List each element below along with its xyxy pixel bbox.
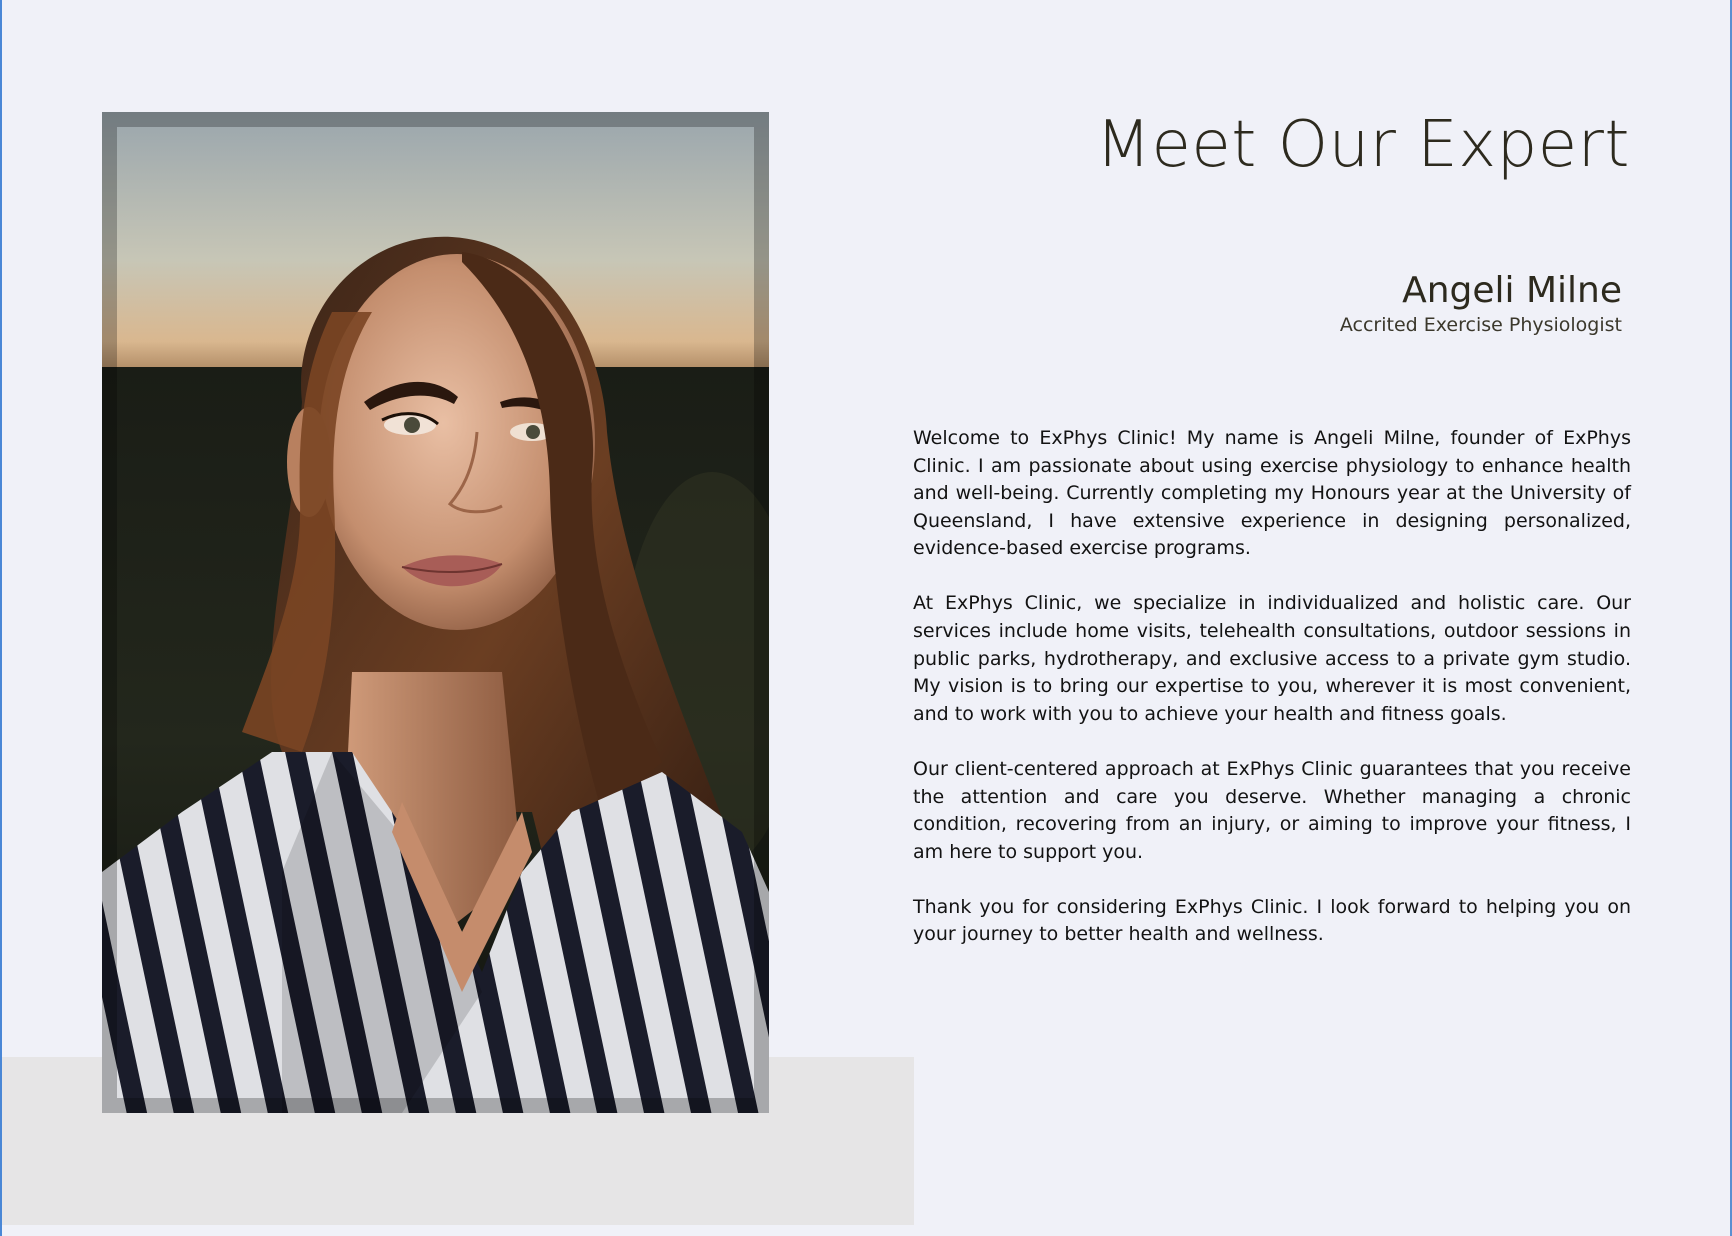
bio-paragraph: Welcome to ExPhys Clinic! My name is Ang… — [913, 427, 1631, 560]
bio-paragraph: Our client-centered approach at ExPhys C… — [913, 757, 1631, 863]
bio-section: Welcome to ExPhys Clinic! My name is Ang… — [913, 425, 1631, 977]
expert-portrait-photo — [102, 112, 769, 1113]
page-title: Meet Our Expert — [1095, 108, 1630, 182]
bio-paragraph: Thank you for considering ExPhys Clinic.… — [913, 895, 1631, 946]
bio-paragraph: At ExPhys Clinic, we specialize in indiv… — [913, 592, 1631, 725]
left-border — [0, 0, 2, 1236]
expert-role: Accrited Exercise Physiologist — [1339, 314, 1622, 336]
expert-name: Angeli Milne — [1402, 270, 1622, 311]
